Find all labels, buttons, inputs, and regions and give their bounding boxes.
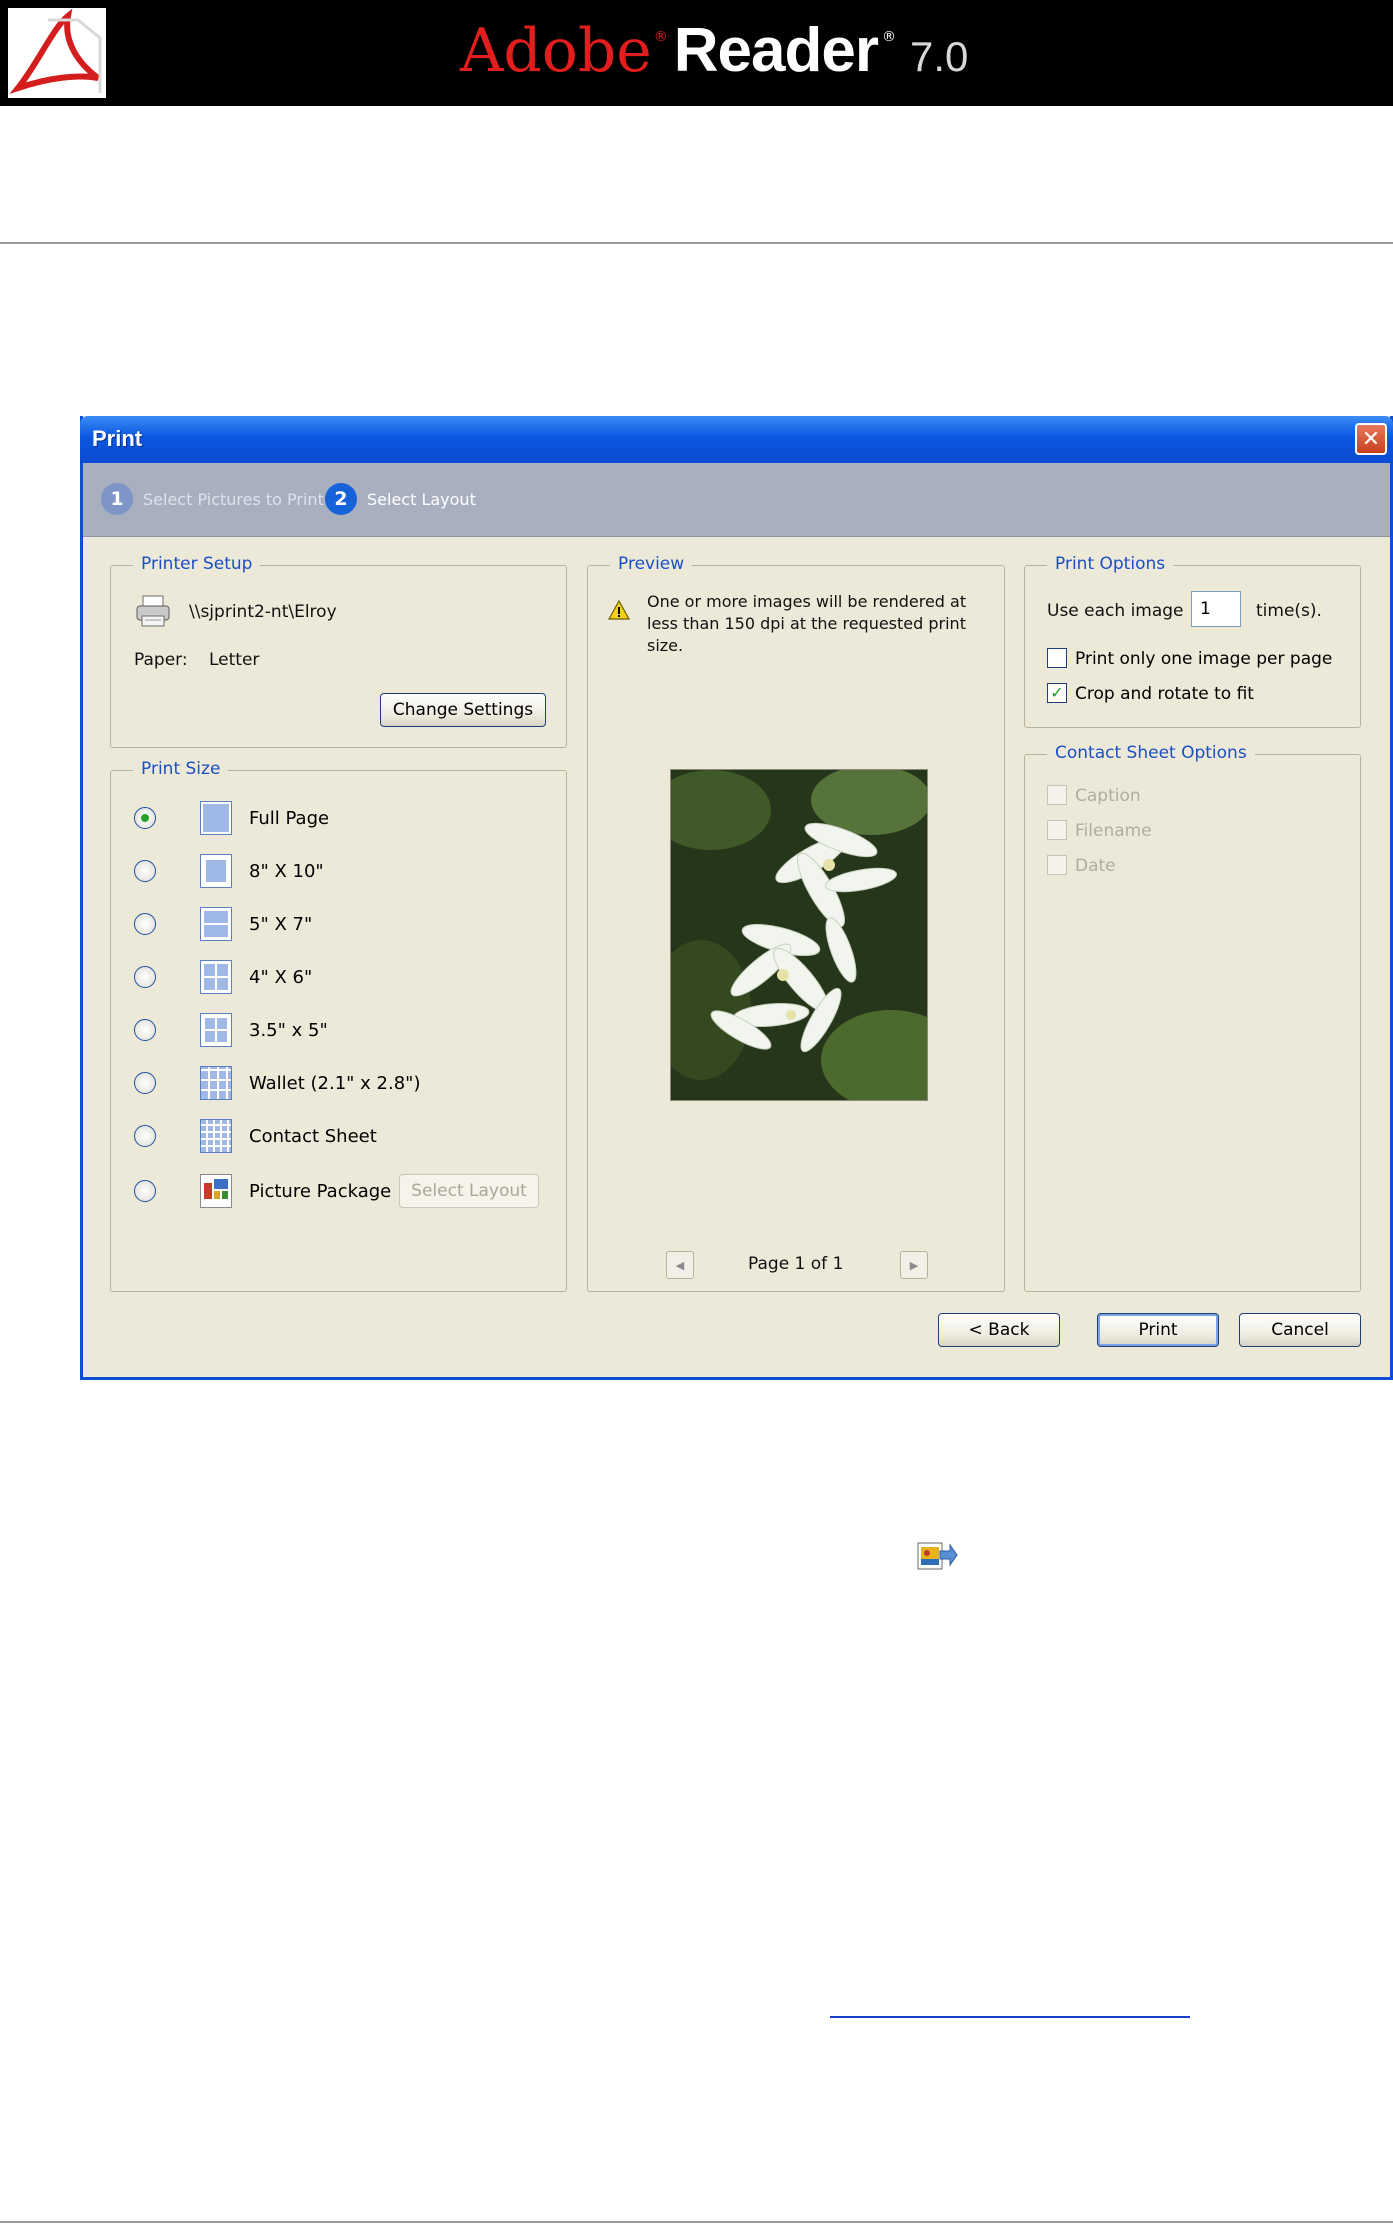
one-per-page-label: Print only one image per page bbox=[1075, 649, 1333, 669]
select-layout-button[interactable]: Select Layout bbox=[399, 1174, 539, 1208]
step-number: 2 bbox=[325, 483, 357, 515]
4x6-layout-icon bbox=[200, 960, 232, 994]
radio-picture-package[interactable] bbox=[134, 1180, 156, 1202]
back-button[interactable]: < Back bbox=[938, 1313, 1060, 1347]
option-label: 8" X 10" bbox=[249, 861, 324, 882]
3-5x5-layout-icon bbox=[200, 1013, 232, 1047]
picture-package-layout-icon bbox=[200, 1174, 232, 1208]
step-number: 1 bbox=[101, 483, 133, 515]
brand-version: 7.0 bbox=[910, 33, 969, 80]
date-label: Date bbox=[1075, 856, 1116, 876]
caption-checkbox[interactable] bbox=[1047, 785, 1067, 805]
previous-page-icon: ◀ bbox=[675, 1258, 685, 1272]
caption-label: Caption bbox=[1075, 786, 1141, 806]
crop-rotate-label: Crop and rotate to fit bbox=[1075, 684, 1254, 704]
next-page-icon: ▶ bbox=[909, 1258, 919, 1272]
radio-3-5x5[interactable] bbox=[134, 1019, 156, 1041]
contact-sheet-layout-icon bbox=[200, 1119, 232, 1153]
change-settings-button[interactable]: Change Settings bbox=[380, 693, 546, 727]
step-label: Select Pictures to Print bbox=[143, 489, 324, 509]
print-size-title: Print Size bbox=[133, 759, 229, 779]
full-page-layout-icon bbox=[200, 801, 232, 835]
radio-wallet[interactable] bbox=[134, 1072, 156, 1094]
crop-rotate-checkbox[interactable]: ✓ bbox=[1047, 683, 1067, 703]
dialog-title: Print bbox=[92, 426, 143, 451]
warning-line-1: One or more images will be rendered at bbox=[647, 592, 967, 611]
print-button[interactable]: Print bbox=[1097, 1313, 1219, 1347]
footer-divider bbox=[0, 2221, 1393, 2223]
times-label: time(s). bbox=[1256, 601, 1322, 621]
option-label: Wallet (2.1" x 2.8") bbox=[249, 1073, 421, 1094]
registered-mark: ® bbox=[653, 29, 668, 45]
print-options-title: Print Options bbox=[1047, 554, 1174, 574]
printer-name: \\sjprint2-nt\Elroy bbox=[189, 602, 337, 622]
next-page-button[interactable]: ▶ bbox=[900, 1251, 928, 1279]
print-options-group: Print Options Use each image time(s). Pr… bbox=[1024, 554, 1361, 728]
warning-icon bbox=[607, 599, 631, 620]
print-dialog: Print ✕ 1 Select Pictures to Print 2 Sel… bbox=[80, 416, 1393, 1380]
radio-5x7[interactable] bbox=[134, 913, 156, 935]
one-per-page-checkbox[interactable] bbox=[1047, 648, 1067, 668]
dialog-titlebar[interactable]: Print ✕ bbox=[80, 416, 1393, 463]
step-select-pictures[interactable]: 1 Select Pictures to Print bbox=[101, 483, 324, 515]
radio-full-page[interactable] bbox=[134, 807, 156, 829]
wallet-layout-icon bbox=[200, 1066, 232, 1100]
paper-label: Paper: bbox=[134, 650, 188, 670]
preview-image bbox=[670, 769, 928, 1101]
page-link[interactable] bbox=[830, 1990, 1190, 2018]
adobe-reader-banner: Adobe ® Reader ® 7.0 bbox=[0, 0, 1393, 106]
close-icon: ✕ bbox=[1361, 426, 1381, 452]
warning-line-3: size. bbox=[647, 636, 684, 655]
date-checkbox[interactable] bbox=[1047, 855, 1067, 875]
printer-setup-group: Printer Setup \\sjprint2-nt\Elroy Paper:… bbox=[110, 554, 567, 748]
filename-checkbox[interactable] bbox=[1047, 820, 1067, 840]
8x10-layout-icon bbox=[200, 854, 232, 888]
page-status: Page 1 of 1 bbox=[748, 1254, 844, 1274]
use-each-label: Use each image bbox=[1047, 601, 1184, 621]
previous-page-button[interactable]: ◀ bbox=[666, 1251, 694, 1279]
warning-line-2: less than 150 dpi at the requested print bbox=[647, 614, 966, 633]
step-label: Select Layout bbox=[367, 489, 476, 509]
preview-title: Preview bbox=[610, 554, 693, 574]
product-title: Adobe ® Reader ® 7.0 bbox=[460, 6, 968, 96]
cancel-button[interactable]: Cancel bbox=[1239, 1313, 1361, 1347]
use-each-input[interactable] bbox=[1191, 591, 1241, 627]
brand-reader: Reader bbox=[673, 16, 879, 85]
option-label: 4" X 6" bbox=[249, 967, 313, 988]
radio-contact-sheet[interactable] bbox=[134, 1125, 156, 1147]
wizard-steps: 1 Select Pictures to Print 2 Select Layo… bbox=[83, 463, 1390, 537]
brand-adobe: Adobe bbox=[460, 16, 652, 86]
option-label: Picture Package bbox=[249, 1181, 392, 1202]
option-label: Full Page bbox=[249, 808, 330, 829]
step-select-layout[interactable]: 2 Select Layout bbox=[325, 483, 476, 515]
picture-tasks-icon[interactable] bbox=[916, 1537, 958, 1573]
print-size-group: Print Size Full Page 8" X 10" 5" X 7" 4"… bbox=[110, 759, 567, 1292]
option-label: 5" X 7" bbox=[249, 914, 313, 935]
header-divider bbox=[0, 242, 1393, 244]
option-label: 3.5" x 5" bbox=[249, 1020, 328, 1041]
contact-sheet-options-title: Contact Sheet Options bbox=[1047, 743, 1255, 763]
preview-group: Preview One or more images will be rende… bbox=[587, 554, 1005, 1292]
printer-setup-title: Printer Setup bbox=[133, 554, 261, 574]
5x7-layout-icon bbox=[200, 907, 232, 941]
radio-8x10[interactable] bbox=[134, 860, 156, 882]
printer-icon bbox=[135, 594, 171, 628]
filename-label: Filename bbox=[1075, 821, 1152, 841]
option-label: Contact Sheet bbox=[249, 1126, 377, 1147]
paper-value: Letter bbox=[209, 650, 260, 670]
adobe-acrobat-logo-icon bbox=[8, 8, 106, 98]
registered-mark: ® bbox=[882, 29, 896, 45]
close-button[interactable]: ✕ bbox=[1355, 423, 1387, 455]
radio-4x6[interactable] bbox=[134, 966, 156, 988]
contact-sheet-options-group: Contact Sheet Options Caption Filename D… bbox=[1024, 743, 1361, 1292]
